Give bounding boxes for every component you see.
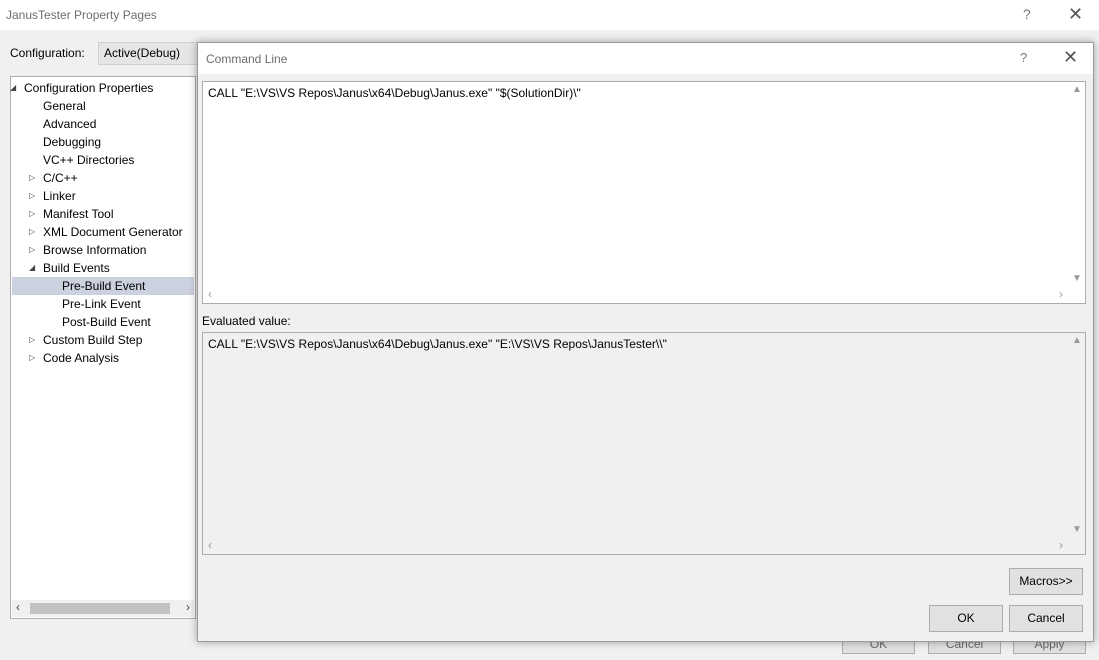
command-line-dialog: Command Line ? ✕ CALL "E:\VS\VS Repos\Ja… (197, 42, 1094, 642)
window-titlebar: JanusTester Property Pages ? ✕ (0, 0, 1099, 30)
dialog-titlebar: Command Line ? ✕ (198, 43, 1093, 74)
dialog-title: Command Line (206, 52, 288, 66)
scroll-left-icon[interactable]: ‹ (208, 538, 212, 552)
tree-item-label: General (43, 99, 86, 113)
tree-item[interactable]: Pre-Link Event (12, 295, 194, 313)
expand-arrow-icon[interactable]: ▷ (29, 223, 39, 241)
tree-item[interactable]: ▷ Custom Build Step (12, 331, 194, 349)
macros-button[interactable]: Macros>> (1009, 568, 1083, 595)
collapse-arrow-icon[interactable]: ◢ (10, 79, 20, 97)
evaluated-value-text: CALL "E:\VS\VS Repos\Janus\x64\Debug\Jan… (208, 337, 667, 351)
tree-item-label: C/C++ (43, 171, 78, 185)
tree-item-label: Debugging (43, 135, 102, 149)
tree-item-label: Custom Build Step (43, 333, 143, 347)
editor-vertical-scrollbar[interactable]: ▲ ▼ (1068, 82, 1085, 286)
window-help-icon[interactable]: ? (1023, 6, 1031, 22)
command-line-editor[interactable]: CALL "E:\VS\VS Repos\Janus\x64\Debug\Jan… (202, 81, 1086, 304)
tree-item-label: VC++ Directories (43, 153, 135, 167)
editor-horizontal-scrollbar[interactable]: ‹ › (203, 286, 1068, 303)
cancel-button[interactable]: Cancel (1009, 605, 1083, 632)
tree-item[interactable]: Advanced (12, 115, 194, 133)
tree-item-label: Code Analysis (43, 351, 120, 365)
tree-item-label: Post-Build Event (62, 315, 151, 329)
evaluated-value-label: Evaluated value: (202, 314, 291, 328)
tree-item-label: XML Document Generator (43, 225, 183, 239)
tree-item[interactable]: General (12, 97, 194, 115)
scroll-down-icon[interactable]: ▼ (1072, 524, 1082, 535)
tree-item-label: Advanced (43, 117, 97, 131)
expand-arrow-icon[interactable]: ▷ (29, 349, 39, 367)
tree-item[interactable]: Post-Build Event (12, 313, 194, 331)
expand-arrow-icon[interactable]: ▷ (29, 169, 39, 187)
configuration-select[interactable]: Active(Debug) (98, 42, 210, 65)
evaluated-value-box: CALL "E:\VS\VS Repos\Janus\x64\Debug\Jan… (202, 332, 1086, 555)
tree-item[interactable]: Pre-Build Event (12, 277, 194, 295)
tree-item[interactable]: ▷ C/C++ (12, 169, 194, 187)
configuration-label: Configuration: (10, 46, 85, 60)
tree-item[interactable]: VC++ Directories (12, 151, 194, 169)
tree-item-label: Pre-Link Event (62, 297, 141, 311)
scroll-up-icon[interactable]: ▲ (1072, 335, 1082, 346)
outer-cancel-button[interactable]: Cancel (928, 640, 1001, 654)
outer-ok-button[interactable]: OK (842, 640, 915, 654)
tree-item-label: Manifest Tool (43, 207, 114, 221)
collapse-arrow-icon[interactable]: ◢ (29, 259, 39, 277)
dialog-close-icon[interactable]: ✕ (1063, 47, 1078, 68)
tree-item-label: Configuration Properties (24, 81, 154, 95)
evaluated-horizontal-scrollbar[interactable]: ‹ › (203, 537, 1068, 554)
tree-horizontal-scrollbar[interactable]: ‹ › (12, 600, 194, 617)
expand-arrow-icon[interactable]: ▷ (29, 187, 39, 205)
window-close-icon[interactable]: ✕ (1068, 4, 1083, 25)
tree-item-label: Browse Information (43, 243, 147, 257)
tree-item[interactable]: ▷ XML Document Generator (12, 223, 194, 241)
evaluated-vertical-scrollbar[interactable]: ▲ ▼ (1068, 333, 1085, 537)
tree-item-label: Build Events (43, 261, 110, 275)
scroll-left-icon[interactable]: ‹ (208, 287, 212, 301)
tree-item[interactable]: ▷ Linker (12, 187, 194, 205)
tree-item[interactable]: ◢ Build Events (12, 259, 194, 277)
scroll-right-icon[interactable]: › (1059, 538, 1063, 552)
scroll-right-icon[interactable]: › (186, 600, 190, 614)
tree-item[interactable]: ▷ Manifest Tool (12, 205, 194, 223)
expand-arrow-icon[interactable]: ▷ (29, 331, 39, 349)
scroll-left-icon[interactable]: ‹ (16, 600, 20, 614)
scroll-down-icon[interactable]: ▼ (1072, 273, 1082, 284)
scroll-right-icon[interactable]: › (1059, 287, 1063, 301)
dialog-help-icon[interactable]: ? (1020, 50, 1027, 65)
expand-arrow-icon[interactable]: ▷ (29, 241, 39, 259)
tree-item-label: Linker (43, 189, 76, 203)
window-title: JanusTester Property Pages (6, 8, 157, 22)
tree-item-label: Pre-Build Event (62, 279, 146, 293)
expand-arrow-icon[interactable]: ▷ (29, 205, 39, 223)
tree-item[interactable]: ▷ Browse Information (12, 241, 194, 259)
scroll-thumb[interactable] (30, 603, 170, 614)
tree-item[interactable]: Debugging (12, 133, 194, 151)
tree-item[interactable]: ◢ Configuration Properties (10, 79, 194, 97)
command-line-text[interactable]: CALL "E:\VS\VS Repos\Janus\x64\Debug\Jan… (208, 86, 581, 100)
property-tree: ◢ Configuration Properties General Advanced… (10, 76, 196, 619)
ok-button[interactable]: OK (929, 605, 1003, 632)
tree-item[interactable]: ▷ Code Analysis (12, 349, 194, 367)
scroll-up-icon[interactable]: ▲ (1072, 84, 1082, 95)
outer-apply-button[interactable]: Apply (1013, 640, 1086, 654)
